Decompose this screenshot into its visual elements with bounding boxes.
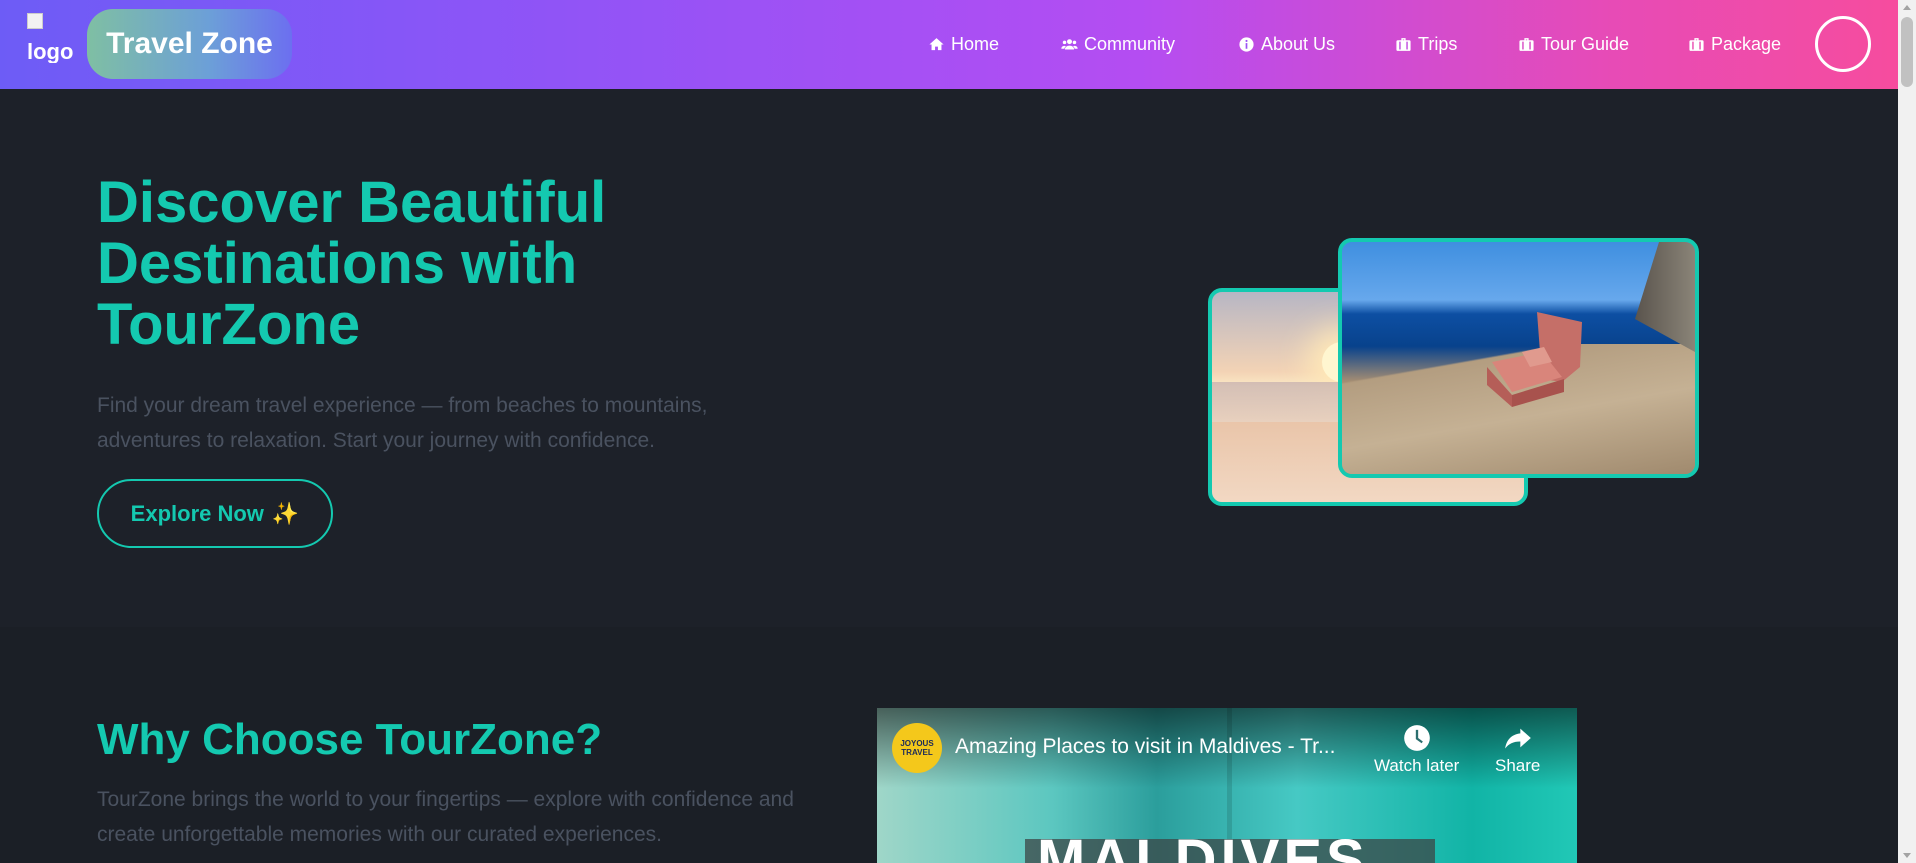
suitcase-icon <box>1689 37 1704 51</box>
hero-title: Discover Beautiful Destinations with Tou… <box>97 170 607 357</box>
page-scrollbar[interactable] <box>1898 0 1916 863</box>
share-label: Share <box>1495 756 1541 775</box>
explore-now-button[interactable]: Explore Now ✨ <box>97 479 333 548</box>
share-button[interactable]: Share <box>1495 724 1540 776</box>
nav-item-package[interactable]: Package <box>1688 31 1781 57</box>
why-choose-section: Why Choose TourZone? TourZone brings the… <box>0 627 1898 863</box>
watch-later-label: Watch later <box>1374 756 1460 775</box>
nav-item-label: Trips <box>1418 33 1458 54</box>
scroll-down-arrow-icon[interactable] <box>1903 853 1911 858</box>
top-navbar: logo Travel Zone Home Community About Us… <box>0 0 1898 89</box>
armchair-coast-image <box>1338 238 1699 478</box>
user-avatar[interactable] <box>1815 16 1871 72</box>
youtube-video-embed[interactable]: JOYOUS TRAVEL Amazing Places to visit in… <box>877 708 1577 863</box>
why-subtitle: TourZone brings the world to your finger… <box>97 788 794 846</box>
clock-icon <box>1403 725 1430 751</box>
nav-item-label: Community <box>1084 33 1176 54</box>
scrollbar-thumb[interactable] <box>1901 17 1913 87</box>
armchair-illustration <box>1487 312 1582 407</box>
scroll-up-arrow-icon[interactable] <box>1903 5 1911 10</box>
nav-item-community[interactable]: Community <box>1061 31 1175 57</box>
nav-item-home[interactable]: Home <box>928 31 999 57</box>
hero-section: Discover Beautiful Destinations with Tou… <box>0 89 1898 627</box>
nav-item-about-us[interactable]: About Us <box>1238 31 1335 57</box>
suitcase-icon <box>1519 37 1534 51</box>
sparkles-icon: ✨ <box>271 500 300 526</box>
maldives-overlay-text: MALDIVES <box>1037 828 1369 863</box>
nav-item-trips[interactable]: Trips <box>1395 31 1457 57</box>
hero-subtitle: Find your dream travel experience — from… <box>97 394 708 452</box>
nav-item-tour-guide[interactable]: Tour Guide <box>1518 31 1629 57</box>
info-circle-icon <box>1239 36 1254 52</box>
channel-avatar[interactable]: JOYOUS TRAVEL <box>892 723 942 773</box>
why-title: Why Choose TourZone? <box>97 715 603 764</box>
cliff-shape <box>1635 242 1695 352</box>
video-title[interactable]: Amazing Places to visit in Maldives - Tr… <box>955 735 1365 759</box>
watch-later-button[interactable]: Watch later <box>1374 724 1459 776</box>
home-icon <box>929 37 944 50</box>
nav-item-label: About Us <box>1261 33 1336 54</box>
suitcase-icon <box>1396 37 1411 51</box>
nav-item-label: Tour Guide <box>1541 33 1630 54</box>
nav-item-label: Home <box>951 33 1000 54</box>
share-icon <box>1504 728 1531 749</box>
explore-now-label: Explore Now <box>130 500 264 526</box>
nav-item-label: Package <box>1711 33 1782 54</box>
nav-links: Home Community About Us Trips Tour Guide… <box>0 0 1898 89</box>
users-icon <box>1061 38 1078 49</box>
